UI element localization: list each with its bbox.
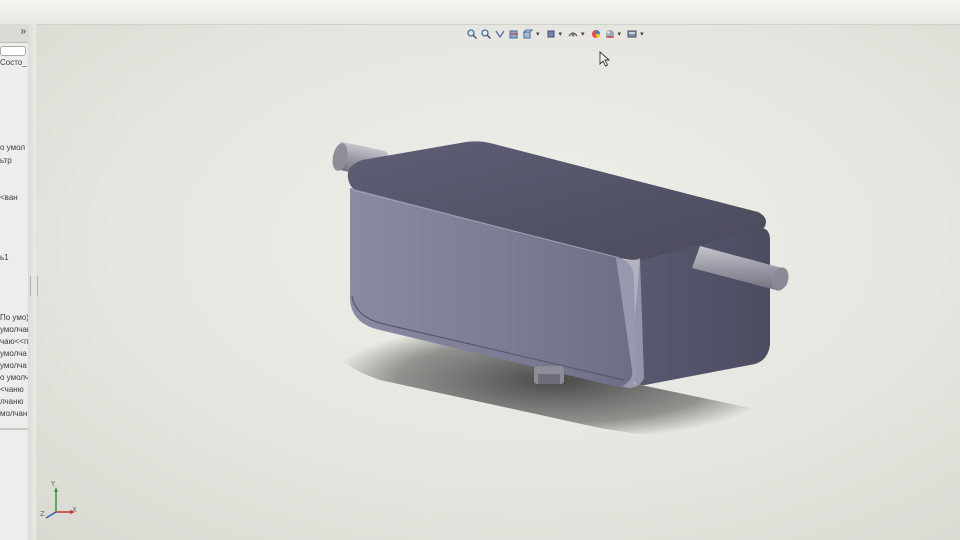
triad-x-label: X xyxy=(72,506,77,514)
triad-y-label: Y xyxy=(51,480,56,488)
graphics-viewport[interactable] xyxy=(36,24,960,540)
tree-item[interactable]: _Состо xyxy=(0,58,28,67)
tree-item[interactable]: молчан xyxy=(0,409,28,418)
display-style-dropdown[interactable]: ▾ xyxy=(559,30,563,38)
triad-z-label: Z xyxy=(40,510,45,518)
view-orientation-icon[interactable] xyxy=(522,28,534,40)
reference-triad: Y X Z xyxy=(38,480,78,522)
collapse-panel-button[interactable]: » xyxy=(20,26,26,37)
heads-up-view-toolbar: ▾ ▾ ▾ ▾ ▾ xyxy=(466,27,647,41)
tree-item[interactable]: о умол xyxy=(0,143,28,152)
hide-show-items-dropdown[interactable]: ▾ xyxy=(581,30,585,38)
panel-splitter[interactable] xyxy=(0,428,28,430)
tree-item[interactable]: умолчан xyxy=(0,325,28,334)
feature-filter-input[interactable] xyxy=(0,46,26,56)
section-view-icon[interactable] xyxy=(508,28,520,40)
tree-item[interactable]: о умолч xyxy=(0,373,28,382)
tree-item[interactable]: умолча xyxy=(0,361,28,370)
zoom-to-area-icon[interactable] xyxy=(480,28,492,40)
apply-scene-icon[interactable] xyxy=(604,28,616,40)
tree-item[interactable]: умолча xyxy=(0,349,28,358)
tree-item[interactable]: чаню> xyxy=(0,385,28,394)
hide-show-items-icon[interactable] xyxy=(567,28,579,40)
apply-scene-dropdown[interactable]: ▾ xyxy=(618,30,622,38)
zoom-to-fit-icon[interactable] xyxy=(466,28,478,40)
display-style-icon[interactable] xyxy=(545,28,557,40)
view-orientation-dropdown[interactable]: ▾ xyxy=(536,30,540,38)
drain-nut[interactable] xyxy=(534,366,564,384)
window-top-strip xyxy=(0,0,960,25)
feature-manager-header: » xyxy=(0,24,28,43)
feature-manager-panel: » _Состо о умол ьтр ван> ь1 (По умо умол… xyxy=(0,24,29,540)
view-settings-icon[interactable] xyxy=(626,28,638,40)
edit-appearance-icon[interactable] xyxy=(590,28,602,40)
view-settings-dropdown[interactable]: ▾ xyxy=(640,30,644,38)
tree-item[interactable]: лчаню xyxy=(0,397,28,406)
tree-item[interactable]: ь1 xyxy=(0,253,28,262)
tree-item[interactable]: ьтр xyxy=(0,156,28,165)
tree-item[interactable]: (По умо xyxy=(0,313,28,322)
tree-item[interactable]: чаю<<п xyxy=(0,337,28,346)
tree-item[interactable]: ван> xyxy=(0,193,28,202)
previous-view-icon[interactable] xyxy=(494,28,506,40)
